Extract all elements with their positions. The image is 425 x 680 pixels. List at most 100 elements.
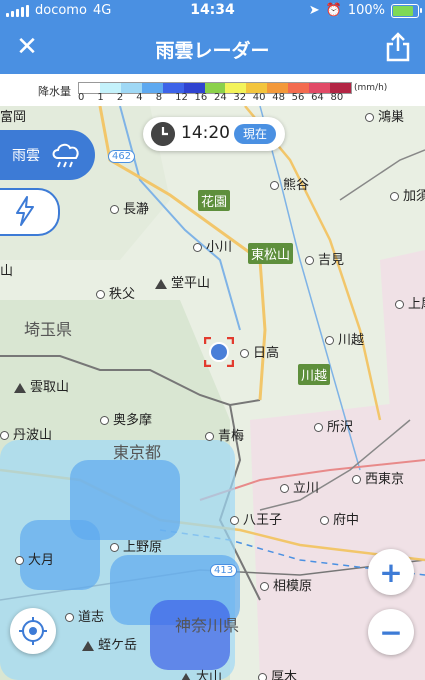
location-icon: ➤	[308, 3, 320, 18]
crosshair-icon	[19, 617, 47, 645]
legend-unit: (mm/h)	[354, 83, 388, 93]
place-ogawa: 小川	[193, 236, 232, 255]
legend-tick-5: 12	[175, 92, 188, 103]
now-button[interactable]: 現在	[234, 124, 276, 144]
route-413-shield: 413	[210, 564, 238, 577]
place-nishitokyo-label: 西東京	[365, 472, 405, 487]
place-dodaira: 堂平山	[155, 272, 210, 291]
place-ogawa-label: 小川	[206, 240, 233, 255]
legend-label: 降水量	[38, 85, 71, 98]
place-tokyo-pref: 東京都	[113, 443, 162, 462]
current-location-marker[interactable]	[204, 337, 234, 367]
place-otsuki: 大月	[15, 549, 54, 568]
place-uenohara-label: 上野原	[123, 540, 163, 555]
place-kazo: 加須	[390, 185, 425, 204]
nav-bar: ✕ 雨雲レーダー	[0, 22, 425, 74]
lightning-layer-tab[interactable]	[0, 188, 60, 236]
legend-tick-2: 2	[116, 92, 124, 103]
place-kazo-label: 加須	[403, 189, 425, 204]
alarm-icon: ⏰	[325, 3, 342, 18]
place-tachikawa-label: 立川	[293, 481, 320, 496]
place-yoshimi: 吉見	[305, 249, 344, 268]
place-sagamihara-label: 相模原	[273, 579, 313, 594]
place-uenohara: 上野原	[110, 536, 162, 555]
place-hirugatake-label: 蛭ケ岳	[98, 638, 138, 653]
place-nishitokyo: 西東京	[352, 468, 404, 487]
place-okutama: 奥多摩	[100, 409, 152, 428]
station-hanazono: 花園	[198, 190, 231, 211]
share-icon[interactable]	[385, 32, 411, 62]
place-tanba-label: 丹波山	[13, 428, 53, 443]
place-oyama-label: 大山	[196, 670, 223, 680]
place-kumotori: 雲取山	[14, 376, 69, 395]
place-kawagoe: 川越	[325, 329, 364, 348]
rain-layer-tab[interactable]: 雨雲	[0, 130, 95, 180]
place-kumagaya: 熊谷	[270, 174, 309, 193]
place-doshi-label: 道志	[78, 610, 105, 625]
place-ageo: 上尾	[395, 293, 425, 312]
place-hachioji: 八王子	[230, 509, 282, 528]
legend-tick-9: 40	[252, 92, 266, 103]
place-konosu: 鴻巣	[365, 106, 404, 125]
place-ome: 青梅	[205, 425, 244, 444]
place-hidaka: 日高	[240, 342, 279, 361]
legend-tick-3: 4	[136, 92, 143, 103]
place-ome-label: 青梅	[218, 429, 245, 444]
legend-tick-7: 24	[213, 92, 227, 103]
radar-time: 14:20	[181, 123, 230, 143]
legend-tick-0: 0	[78, 92, 85, 103]
place-nagatoro: 長瀞	[110, 198, 149, 217]
minus-icon: −	[379, 616, 403, 649]
place-kawagoe-label: 川越	[338, 333, 365, 348]
my-location-button[interactable]	[10, 608, 56, 654]
legend-tick-1: 1	[97, 92, 104, 103]
battery-label: 100%	[347, 3, 385, 18]
route-462-shield: 462	[108, 150, 136, 163]
station-higashimatsuyama: 東松山	[248, 243, 294, 264]
place-atsugi: 厚木	[258, 666, 297, 680]
place-yama: 山	[0, 264, 14, 279]
time-control[interactable]: 14:20 現在	[143, 117, 285, 151]
place-saitama-pref: 埼玉県	[24, 320, 73, 339]
legend-tick-8: 32	[233, 92, 247, 103]
place-kumagaya-label: 熊谷	[283, 178, 310, 193]
place-okutama-label: 奥多摩	[113, 413, 153, 428]
place-chichibu: 秩父	[96, 283, 135, 302]
legend-ticks: 0 1 2 4 8 12 16 24 32 40 48 56 64 80	[78, 92, 350, 104]
clock-icon	[151, 122, 175, 146]
rain-cloud-icon	[52, 143, 79, 168]
place-tachikawa: 立川	[280, 477, 319, 496]
legend-tick-6: 16	[194, 92, 208, 103]
place-tomioka: 富岡	[0, 110, 27, 125]
status-bar: docomo 4G 14:34 ➤ ⏰ 100%	[0, 0, 425, 22]
place-tokorozawa: 所沢	[314, 416, 353, 435]
page-title: 雨雲レーダー	[155, 40, 270, 62]
place-nagatoro-label: 長瀞	[123, 202, 150, 217]
place-fuchu: 府中	[320, 509, 359, 528]
place-hidaka-label: 日高	[253, 346, 280, 361]
place-hachioji-label: 八王子	[243, 513, 283, 528]
zoom-out-button[interactable]: −	[368, 609, 414, 655]
place-yoshimi-label: 吉見	[318, 253, 345, 268]
place-ageo-label: 上尾	[408, 297, 425, 312]
place-tanba: 丹波山	[0, 424, 52, 443]
place-kanagawa-pref: 神奈川県	[175, 616, 240, 635]
legend-tick-10: 48	[272, 92, 285, 103]
plus-icon: +	[379, 556, 403, 589]
zoom-in-button[interactable]: +	[368, 549, 414, 595]
map-area[interactable]: 462 413 富岡 鴻巣 長瀞 熊谷 加須 花園 小川 東松山 吉見 山 堂平…	[0, 106, 425, 680]
place-fuchu-label: 府中	[333, 513, 360, 528]
place-doshi: 道志	[65, 606, 104, 625]
battery-icon	[391, 3, 422, 18]
legend-tick-11: 56	[291, 92, 305, 103]
place-sagamihara: 相模原	[260, 575, 312, 594]
place-chichibu-label: 秩父	[109, 287, 136, 302]
legend-tick-13: 80	[330, 92, 344, 103]
station-kawagoe: 川越	[298, 364, 331, 385]
precipitation-legend: 降水量 0 1 2 4 8 12 16 24 32 40 48 56 64 80 (mm/h)	[0, 74, 425, 106]
place-hirugatake: 蛭ケ岳	[82, 634, 137, 653]
place-oyama: 大山	[180, 666, 222, 680]
place-kumotori-label: 雲取山	[30, 380, 70, 395]
rain-layer-label: 雨雲	[12, 148, 40, 164]
place-atsugi-label: 厚木	[271, 670, 298, 680]
